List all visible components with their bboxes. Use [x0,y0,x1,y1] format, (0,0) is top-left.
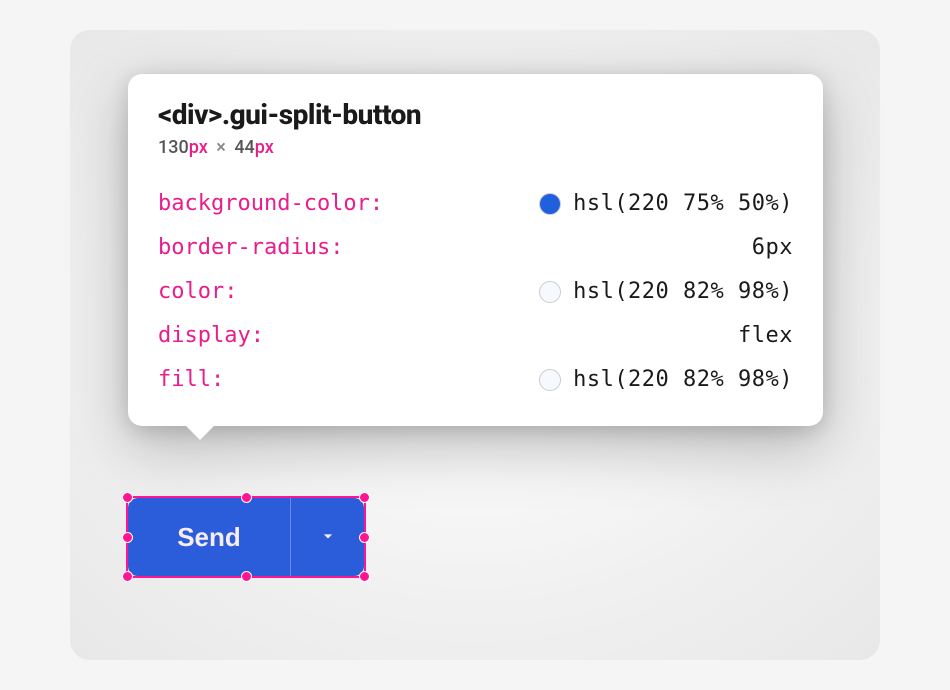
css-property-colon: : [211,358,224,402]
gui-split-button[interactable]: Send [128,498,364,576]
css-property-value-wrap: hsl(220 75% 50%) [395,182,793,226]
css-property-name: color [158,270,224,314]
css-property-name: display [158,314,251,358]
send-button[interactable]: Send [128,498,290,576]
inspected-element-wrapper: Send [128,498,364,576]
element-tag: <div> [158,98,222,131]
send-button-label: Send [177,522,241,553]
element-dimensions: 130px × 44px [158,137,793,158]
dimension-times: × [216,137,226,158]
css-property-row: background-color: hsl(220 75% 50%) [158,182,793,226]
css-property-value-wrap: 6px [355,226,793,270]
color-swatch [539,369,561,391]
css-property-name: fill [158,358,211,402]
css-property-value-wrap: hsl(220 82% 98%) [249,270,793,314]
css-property-colon: : [330,226,343,270]
inspected-element-selector: <div>.gui-split-button [158,98,793,131]
css-property-name: border-radius [158,226,330,270]
css-properties-list: background-color:hsl(220 75% 50%)border-… [158,182,793,402]
css-property-row: fill: hsl(220 82% 98%) [158,358,793,402]
color-swatch [539,193,561,215]
css-property-row: display: flex [158,314,793,358]
css-property-row: color: hsl(220 82% 98%) [158,270,793,314]
css-property-value-wrap: hsl(220 82% 98%) [236,358,793,402]
chevron-down-icon [318,526,338,549]
css-property-value-wrap: flex [276,314,793,358]
css-property-colon: : [251,314,264,358]
dimension-width-unit: px [189,137,208,158]
css-property-colon: : [224,270,237,314]
dimension-width: 130 [158,137,189,158]
css-property-value: hsl(220 82% 98%) [573,358,793,402]
css-property-value: flex [738,314,793,358]
css-property-value: 6px [752,226,793,270]
element-class: .gui-split-button [222,98,421,131]
dropdown-toggle-button[interactable] [290,498,364,576]
dimension-height-unit: px [255,137,274,158]
dimension-height: 44 [234,137,254,158]
css-property-row: border-radius: 6px [158,226,793,270]
color-swatch [539,281,561,303]
css-property-name: background-color [158,182,370,226]
css-property-colon: : [370,182,383,226]
element-inspector-tooltip: <div>.gui-split-button 130px × 44px back… [128,74,823,426]
css-property-value: hsl(220 82% 98%) [573,270,793,314]
css-property-value: hsl(220 75% 50%) [573,182,793,226]
